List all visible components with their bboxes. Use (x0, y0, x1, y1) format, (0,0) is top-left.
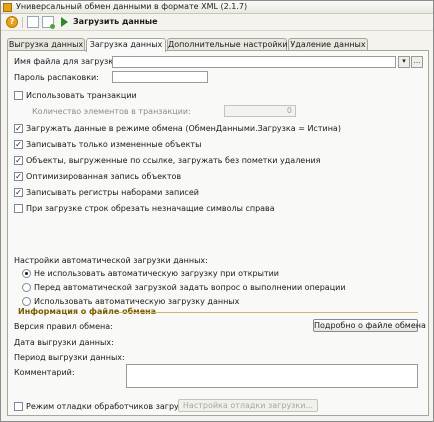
import-panel: Имя файла для загрузки: ▾ ... Пароль рас… (7, 50, 429, 416)
toolbar-separator (22, 17, 23, 28)
optimized-write-label: Оптимизированная запись объектов (26, 172, 182, 181)
password-label: Пароль распаковки: (14, 73, 99, 82)
by-reference-checkbox[interactable]: ✓ (14, 156, 23, 165)
run-icon[interactable] (61, 17, 68, 27)
file-dropdown-icon[interactable]: ▾ (398, 56, 410, 68)
register-sets-checkbox[interactable]: ✓ (14, 188, 23, 197)
comment-label: Комментарий: (14, 368, 75, 377)
auto-load-option-use-label: Использовать автоматическую загрузку дан… (34, 297, 240, 306)
tab-import[interactable]: Загрузка данных (86, 38, 166, 52)
file-name-label: Имя файла для загрузки: (14, 57, 122, 66)
app-icon (3, 3, 12, 12)
exchange-mode-checkbox[interactable]: ✓ (14, 124, 23, 133)
comment-field[interactable] (126, 364, 418, 388)
only-changed-label: Записывать только измененные объекты (26, 140, 202, 149)
transaction-count-label: Количество элементов в транзакции: (32, 107, 191, 116)
file-details-button[interactable]: Подробно о файле обмена (313, 319, 426, 332)
load-data-button[interactable]: Загрузить данные (73, 17, 158, 26)
optimized-write-checkbox[interactable]: ✓ (14, 172, 23, 181)
main-window: Универсальный обмен данными в формате XM… (0, 0, 434, 422)
auto-load-option-ask-label: Перед автоматической загрузкой задать во… (34, 283, 346, 292)
password-input[interactable] (112, 71, 208, 83)
help-icon[interactable]: ? (6, 16, 18, 28)
only-changed-checkbox[interactable]: ✓ (14, 140, 23, 149)
export-period-label: Период выгрузки данных: (14, 353, 125, 362)
auto-load-option-none-radio[interactable] (22, 269, 31, 278)
file-name-input[interactable] (112, 56, 396, 68)
use-transactions-label: Использовать транзакции (26, 91, 137, 100)
trim-strings-label: При загрузке строк обрезать незначащие с… (26, 204, 275, 213)
auto-load-label: Настройки автоматической загрузки данных… (14, 256, 208, 265)
document-icon[interactable] (27, 16, 39, 28)
open-document-icon[interactable] (42, 16, 55, 29)
window-title: Универсальный обмен данными в формате XM… (16, 2, 248, 11)
toolbar: ? Загрузить данные (1, 14, 433, 31)
register-sets-label: Записывать регистры наборами записей (26, 188, 199, 197)
auto-load-option-none-label: Не использовать автоматическую загрузку … (34, 269, 279, 278)
exchange-mode-label: Загружать данные в режиме обмена (ОбменД… (26, 124, 341, 133)
use-transactions-checkbox[interactable] (14, 91, 23, 100)
title-bar: Универсальный обмен данными в формате XM… (1, 1, 433, 14)
auto-load-option-ask-radio[interactable] (22, 283, 31, 292)
trim-strings-checkbox[interactable] (14, 204, 23, 213)
file-info-divider (118, 312, 418, 313)
export-date-label: Дата выгрузки данных: (14, 338, 114, 347)
debug-mode-checkbox[interactable] (14, 402, 23, 411)
rules-version-label: Версия правил обмена: (14, 322, 113, 331)
by-reference-label: Объекты, выгруженные по ссылке, загружат… (26, 156, 321, 165)
auto-load-option-use-radio[interactable] (22, 297, 31, 306)
transaction-count-input[interactable]: 0 (224, 105, 296, 117)
debug-mode-label: Режим отладки обработчиков загрузки (26, 402, 194, 411)
file-browse-button[interactable]: ... (411, 56, 423, 68)
debug-settings-button[interactable]: Настройка отладки загрузки... (178, 399, 318, 412)
